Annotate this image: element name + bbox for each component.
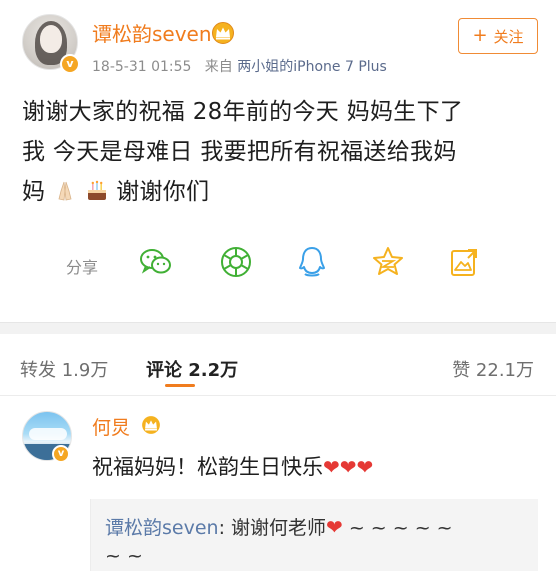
qq-icon[interactable] <box>294 244 330 280</box>
birthday-cake-icon <box>87 180 106 200</box>
reply-text: : 谢谢何老师 <box>218 517 327 539</box>
crown-icon <box>142 416 160 434</box>
avatar-face <box>40 25 62 53</box>
avatar-cloud <box>29 428 67 440</box>
tab-reposts-count: 1.9万 <box>61 360 109 381</box>
comment-text: 祝福妈妈！松韵生日快乐❤❤❤ <box>92 451 373 481</box>
share-row: 分享 <box>0 240 556 288</box>
post-source-device[interactable]: 两小姐的iPhone 7 Plus <box>237 59 387 75</box>
post-text-fragment: 妈 <box>22 179 46 205</box>
tabs-divider <box>0 395 556 396</box>
tab-comments[interactable]: 评论 2.2万 <box>146 356 238 382</box>
heart-emoji: ❤ <box>326 515 343 539</box>
crown-icon <box>212 22 234 44</box>
image-share-icon[interactable] <box>446 244 482 280</box>
reply-tail: ~ ~ <box>105 545 143 567</box>
reply-tail: ~ ~ ~ ~ ~ <box>342 517 453 539</box>
comment-body: 祝福妈妈！松韵生日快乐 <box>92 455 323 479</box>
tab-comments-label: 评论 <box>146 360 182 381</box>
plus-icon: + <box>472 25 488 46</box>
praying-hands-icon <box>58 181 72 201</box>
wechat-icon[interactable] <box>138 244 174 280</box>
reply-preview[interactable]: 谭松韵seven: 谢谢何老师❤ ~ ~ ~ ~ ~ ~ ~ <box>90 499 538 571</box>
moments-icon[interactable] <box>218 244 254 280</box>
tab-reposts[interactable]: 转发 1.9万 <box>20 356 108 382</box>
post-source-prefix: 来自 <box>204 59 233 75</box>
post-text-line: 我 今天是母难日 我要把所有祝福送给我妈 <box>22 139 457 165</box>
author-name[interactable]: 谭松韵seven <box>92 22 212 46</box>
tab-reposts-label: 转发 <box>20 360 56 381</box>
comment-item: v 何炅 祝福妈妈！松韵生日快乐❤❤❤ 谭松韵seven: 谢谢何老师❤ ~ ~… <box>0 405 556 571</box>
tab-likes-count: 22.1万 <box>475 360 534 381</box>
post-text-fragment: 谢谢你们 <box>116 179 210 205</box>
post-text: 谢谢大家的祝福 28年前的今天 妈妈生下了 我 今天是母难日 我要把所有祝福送给… <box>22 92 542 212</box>
tab-likes[interactable]: 赞 22.1万 <box>452 356 534 382</box>
share-label: 分享 <box>66 258 99 277</box>
verified-badge-icon: v <box>60 54 80 74</box>
tab-likes-label: 赞 <box>452 360 471 381</box>
follow-button[interactable]: + 关注 <box>458 18 538 54</box>
post-header: v 谭松韵seven 18-5-31 01:55 来自 两小姐的iPhone 7… <box>0 0 556 90</box>
tab-comments-count: 2.2万 <box>188 360 239 381</box>
interaction-tabs: 转发 1.9万 评论 2.2万 赞 22.1万 <box>0 346 556 390</box>
active-tab-indicator <box>165 384 195 387</box>
commenter-name[interactable]: 何炅 <box>92 413 130 440</box>
reply-author[interactable]: 谭松韵seven <box>105 517 219 539</box>
post-meta: 18-5-31 01:55 来自 两小姐的iPhone 7 Plus <box>92 56 387 76</box>
verified-badge-icon: v <box>52 445 70 463</box>
qzone-icon[interactable] <box>370 244 406 280</box>
follow-label: 关注 <box>493 27 524 46</box>
post-text-line: 妈 谢谢你们 <box>22 172 542 212</box>
post-timestamp: 18-5-31 01:55 <box>92 59 192 75</box>
post-text-line: 谢谢大家的祝福 28年前的今天 妈妈生下了 <box>22 99 464 125</box>
heart-emoji: ❤❤❤ <box>323 455 374 479</box>
section-divider <box>0 322 556 334</box>
